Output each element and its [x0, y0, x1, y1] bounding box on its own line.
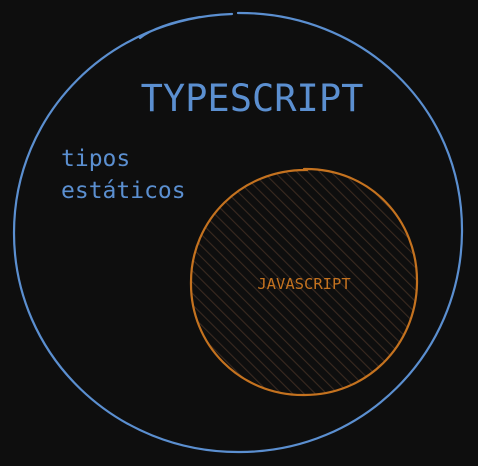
- typescript-title: TYPESCRIPT: [141, 77, 364, 120]
- typescript-note-line2: estáticos: [61, 178, 186, 204]
- venn-diagram: TYPESCRIPT tipos estáticos JAVASCRIPT: [0, 0, 478, 466]
- javascript-title: JAVASCRIPT: [257, 275, 350, 293]
- typescript-note-line1: tipos: [61, 146, 130, 172]
- page: { "colors": { "background": "#0e0e0e", "…: [0, 0, 478, 466]
